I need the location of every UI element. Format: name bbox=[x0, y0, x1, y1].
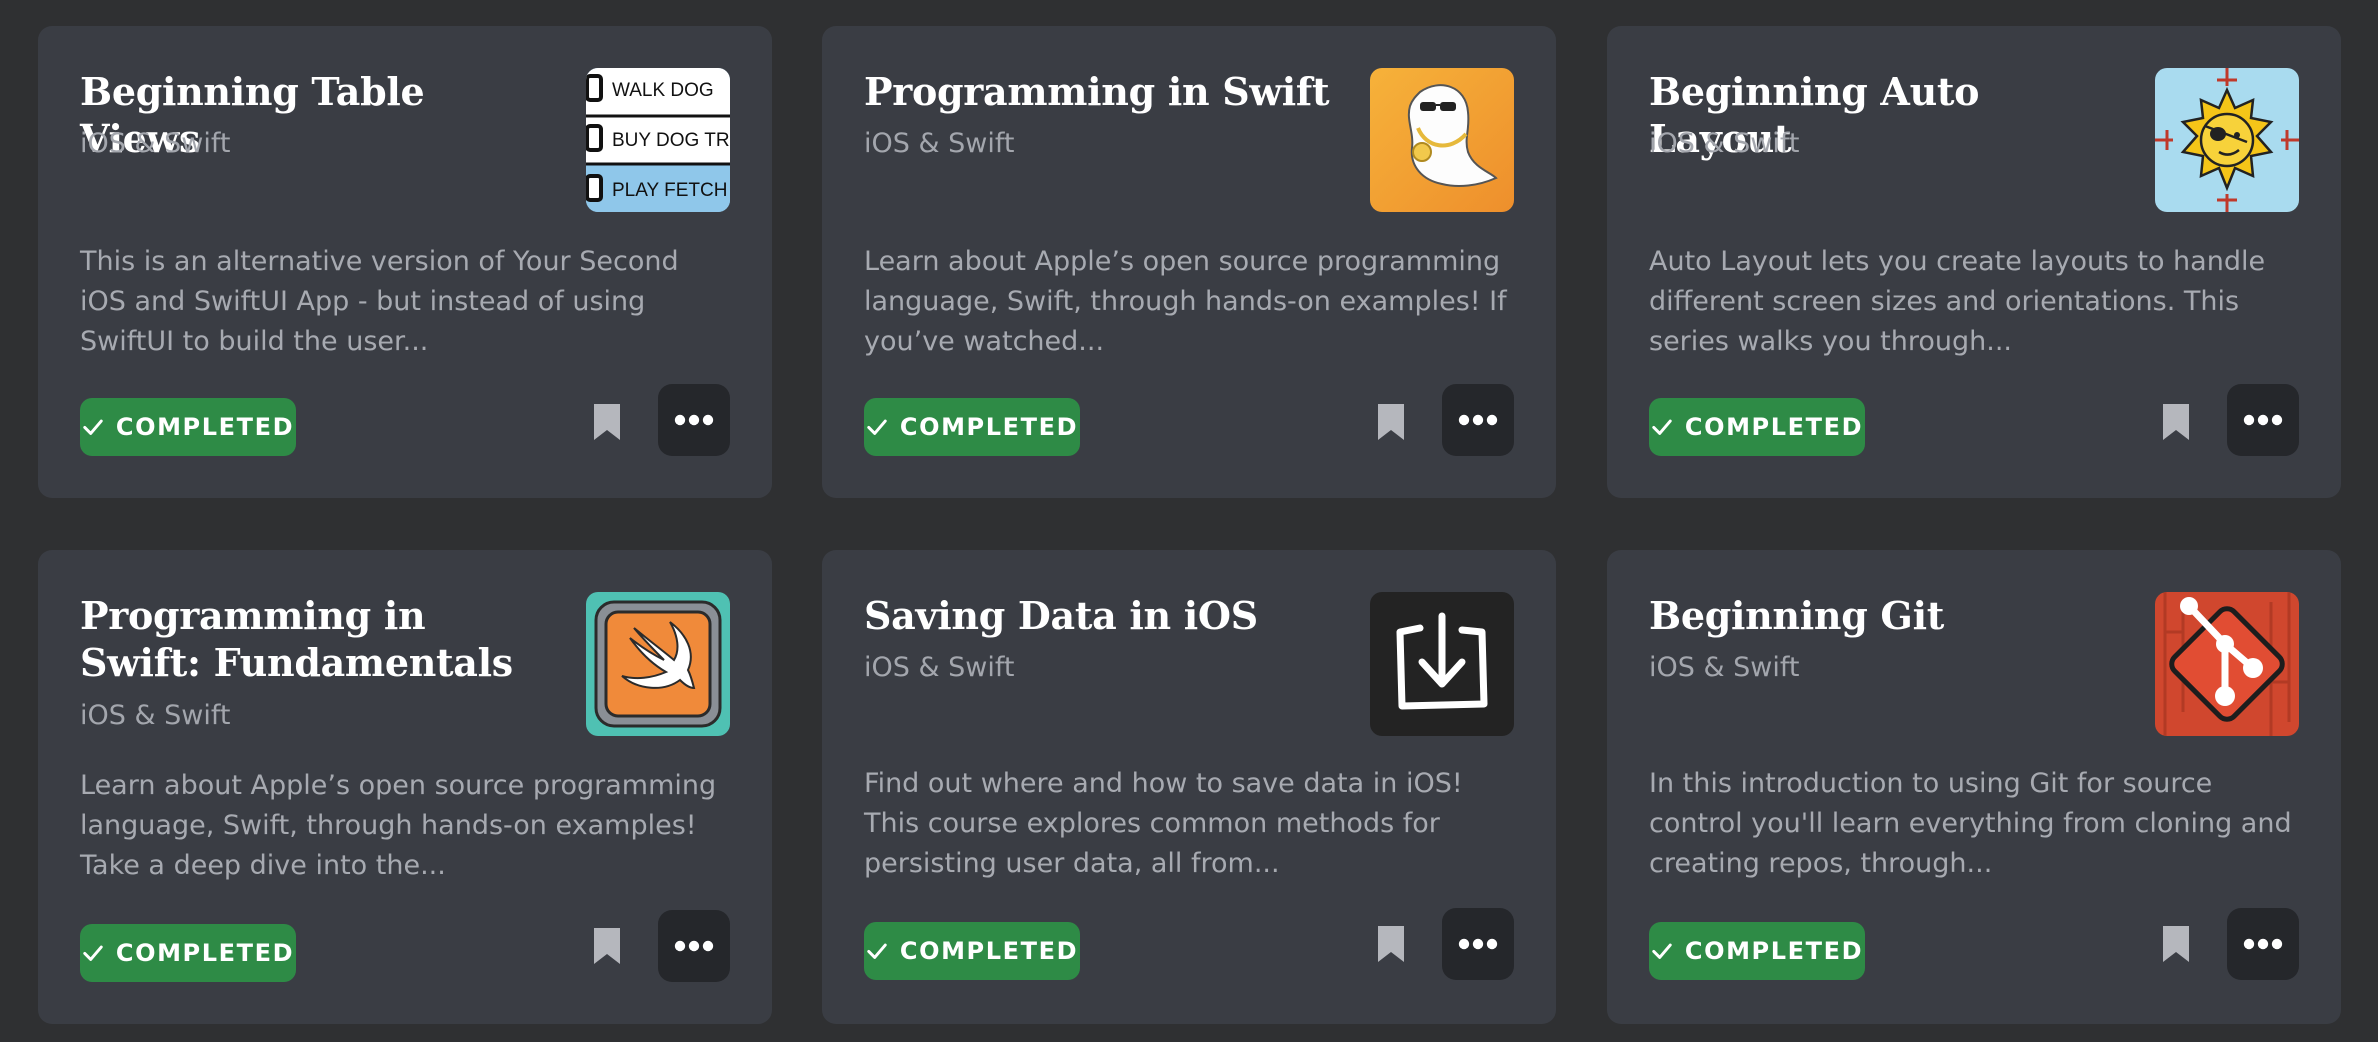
more-options-icon bbox=[1458, 414, 1498, 426]
badge-label: COMPLETED bbox=[1684, 413, 1864, 441]
bookmark-button[interactable] bbox=[1376, 924, 1406, 964]
bookmark-icon bbox=[594, 404, 620, 440]
course-artwork-pirate-sun bbox=[2155, 68, 2299, 212]
completed-badge: COMPLETED bbox=[80, 924, 296, 982]
svg-text:BUY DOG TREAT: BUY DOG TREAT bbox=[612, 130, 730, 151]
course-category: iOS & Swift bbox=[80, 700, 231, 731]
course-description: Learn about Apple’s open source programm… bbox=[864, 246, 1507, 357]
course-card[interactable]: Programming in Swift: Fundamentals iOS &… bbox=[38, 550, 772, 1024]
course-artwork-git-logo bbox=[2155, 592, 2299, 736]
bookmark-icon bbox=[2163, 926, 2189, 962]
badge-label: COMPLETED bbox=[115, 939, 295, 967]
checkmark-icon bbox=[83, 419, 103, 435]
course-artwork-swift-logo bbox=[586, 592, 730, 736]
badge-label: COMPLETED bbox=[1684, 937, 1864, 965]
more-options-button[interactable] bbox=[1442, 908, 1514, 980]
more-options-icon bbox=[2243, 414, 2283, 426]
checkmark-icon bbox=[1652, 943, 1672, 959]
svg-text:WALK DOG: WALK DOG bbox=[612, 80, 714, 101]
checkmark-icon bbox=[867, 419, 887, 435]
more-options-button[interactable] bbox=[2227, 908, 2299, 980]
course-title[interactable]: Programming in Swift: Fundamentals bbox=[80, 592, 550, 686]
bookmark-icon bbox=[594, 928, 620, 964]
course-card[interactable]: Saving Data in iOS iOS & Swift Find out … bbox=[822, 550, 1556, 1024]
course-card[interactable]: Beginning Git iOS & Swift In this introd… bbox=[1607, 550, 2341, 1024]
course-description: In this introduction to using Git for so… bbox=[1649, 768, 2292, 879]
badge-label: COMPLETED bbox=[115, 413, 295, 441]
more-options-icon bbox=[2243, 938, 2283, 950]
course-description: Learn about Apple’s open source programm… bbox=[80, 770, 717, 881]
bookmark-icon bbox=[1378, 926, 1404, 962]
course-description: Find out where and how to save data in i… bbox=[864, 768, 1463, 879]
badge-label: COMPLETED bbox=[899, 937, 1079, 965]
more-options-button[interactable] bbox=[2227, 384, 2299, 456]
course-category: iOS & Swift bbox=[864, 652, 1015, 683]
course-title[interactable]: Programming in Swift bbox=[864, 68, 1334, 115]
course-card[interactable]: Beginning Table Views iOS & Swift WALK D… bbox=[38, 26, 772, 498]
badge-label: COMPLETED bbox=[899, 413, 1079, 441]
more-options-button[interactable] bbox=[1442, 384, 1514, 456]
checkmark-icon bbox=[83, 945, 103, 961]
more-options-icon bbox=[674, 414, 714, 426]
course-artwork-swift-bird bbox=[1370, 68, 1514, 212]
course-description: Auto Layout lets you create layouts to h… bbox=[1649, 246, 2266, 357]
completed-badge: COMPLETED bbox=[864, 398, 1080, 456]
checkmark-icon bbox=[1652, 419, 1672, 435]
bookmark-button[interactable] bbox=[2161, 924, 2191, 964]
completed-badge: COMPLETED bbox=[864, 922, 1080, 980]
course-category: iOS & Swift bbox=[864, 128, 1015, 159]
bookmark-button[interactable] bbox=[2161, 402, 2191, 442]
bookmark-icon bbox=[2163, 404, 2189, 440]
course-category: iOS & Swift bbox=[80, 128, 231, 159]
course-category: iOS & Swift bbox=[1649, 652, 1800, 683]
more-options-button[interactable] bbox=[658, 384, 730, 456]
course-card[interactable]: Beginning Auto Layout iOS & Swift Auto L… bbox=[1607, 26, 2341, 498]
course-description: This is an alternative version of Your S… bbox=[80, 246, 679, 357]
course-category: iOS & Swift bbox=[1649, 128, 1800, 159]
course-artwork-save-download bbox=[1370, 592, 1514, 736]
bookmark-button[interactable] bbox=[592, 926, 622, 966]
more-options-icon bbox=[674, 940, 714, 952]
completed-badge: COMPLETED bbox=[1649, 398, 1865, 456]
checkmark-icon bbox=[867, 943, 887, 959]
more-options-button[interactable] bbox=[658, 910, 730, 982]
course-title[interactable]: Saving Data in iOS bbox=[864, 592, 1334, 639]
svg-text:PLAY FETCH: PLAY FETCH bbox=[612, 180, 727, 201]
completed-badge: COMPLETED bbox=[1649, 922, 1865, 980]
course-card[interactable]: Programming in Swift iOS & Swift Learn a… bbox=[822, 26, 1556, 498]
bookmark-icon bbox=[1378, 404, 1404, 440]
bookmark-button[interactable] bbox=[1376, 402, 1406, 442]
course-artwork-checklist: WALK DOG BUY DOG TREAT PLAY FETCH bbox=[586, 68, 730, 212]
bookmark-button[interactable] bbox=[592, 402, 622, 442]
more-options-icon bbox=[1458, 938, 1498, 950]
completed-badge: COMPLETED bbox=[80, 398, 296, 456]
course-title[interactable]: Beginning Git bbox=[1649, 592, 2119, 639]
